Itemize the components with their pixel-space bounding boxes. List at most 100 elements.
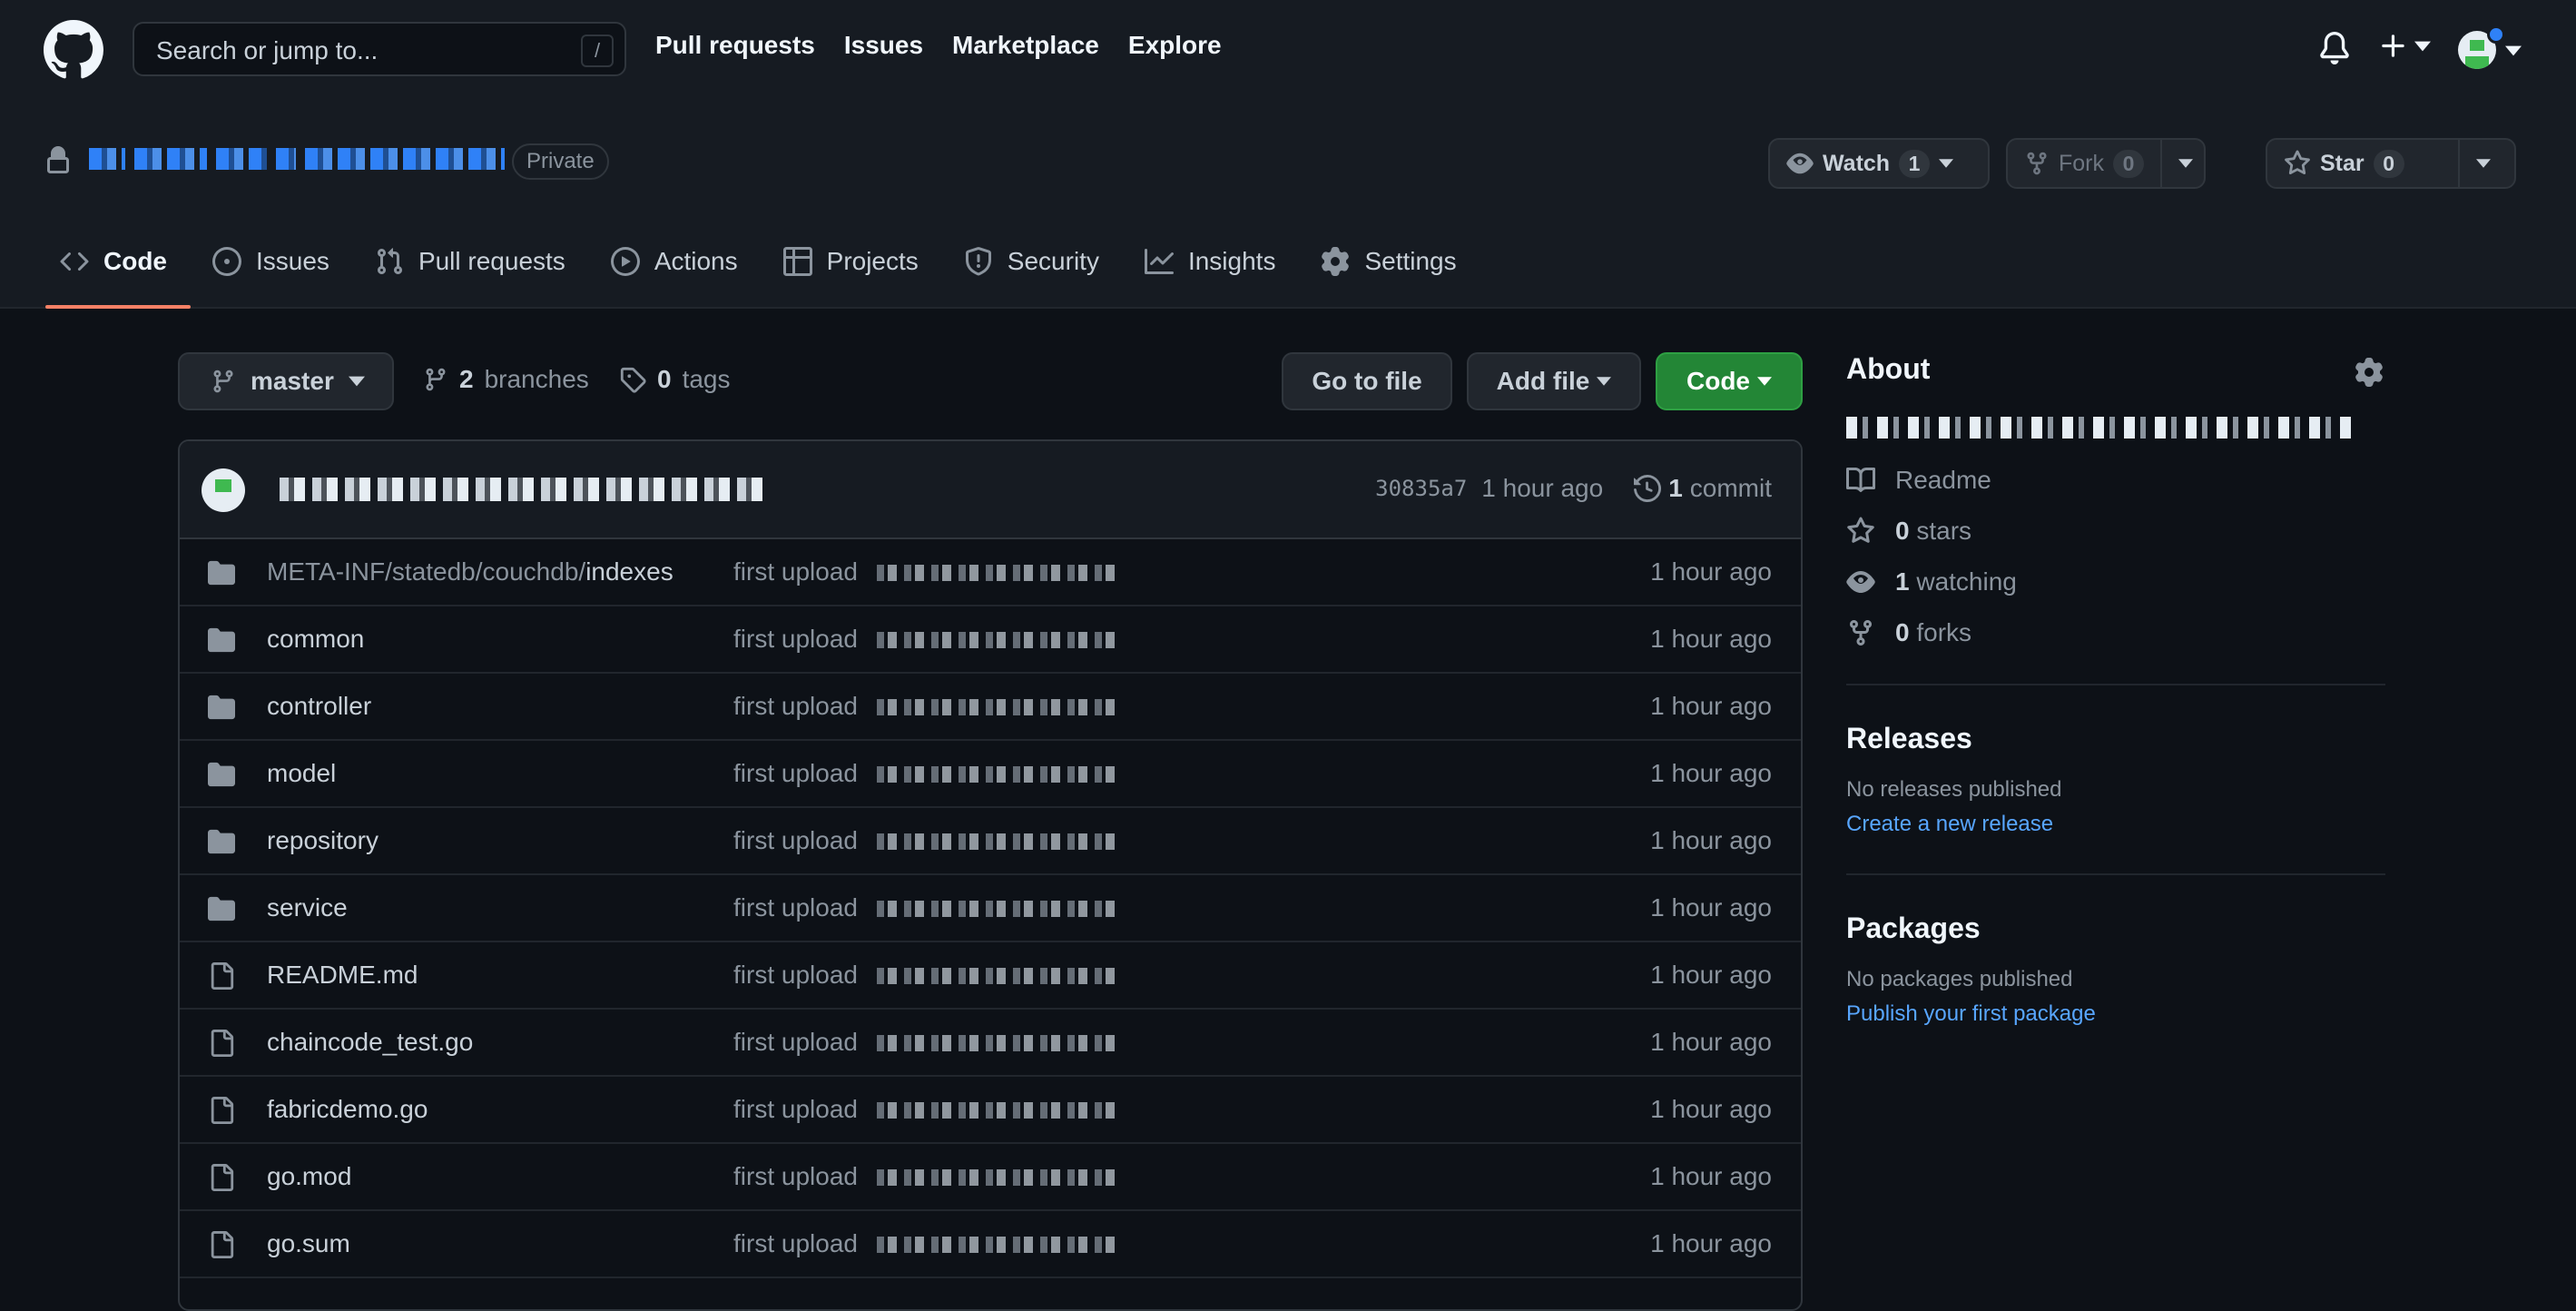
- commit-message-link[interactable]: first upload: [733, 893, 858, 922]
- file-row[interactable]: controller first upload 1 hour ago: [180, 674, 1801, 741]
- file-name-link[interactable]: controller: [267, 692, 371, 721]
- file-row[interactable]: common first upload 1 hour ago: [180, 606, 1801, 674]
- repository-tabs: Code Issues Pull requests Actions Projec…: [45, 247, 1502, 309]
- repository-name-redacted[interactable]: [89, 143, 505, 174]
- file-row[interactable]: META-INF/statedb/couchdb/indexes first up…: [180, 539, 1801, 606]
- commit-count-label: commit: [1689, 474, 1772, 502]
- commit-sha[interactable]: 30835a7: [1375, 476, 1467, 501]
- file-name: go.mod: [267, 1162, 352, 1190]
- star-icon: [1847, 517, 1874, 543]
- file-row[interactable]: README.md first upload 1 hour ago: [180, 942, 1801, 1010]
- watching-link[interactable]: 1 watching: [1846, 567, 2385, 596]
- file-row[interactable]: model first upload 1 hour ago: [180, 741, 1801, 808]
- forks-link[interactable]: 0 forks: [1846, 618, 2385, 647]
- tags-link[interactable]: 0 tags: [619, 365, 731, 394]
- star-icon: [2285, 150, 2310, 175]
- file-row[interactable]: repository first upload 1 hour ago: [180, 808, 1801, 875]
- star-label: Star: [2320, 150, 2365, 176]
- file-name-link[interactable]: repository: [267, 826, 379, 855]
- file-age: 1 hour ago: [1650, 1229, 1772, 1257]
- nav-pull-requests[interactable]: Pull requests: [655, 31, 815, 60]
- tab-code[interactable]: Code: [45, 247, 191, 309]
- tab-settings[interactable]: Settings: [1321, 247, 1480, 309]
- star-count: 0: [2373, 149, 2404, 178]
- file-name-link[interactable]: META-INF/statedb/couchdb/indexes: [267, 557, 673, 586]
- star-menu-toggle[interactable]: [2458, 140, 2507, 187]
- file-name-link[interactable]: go.mod: [267, 1162, 351, 1191]
- file-row[interactable]: service first upload 1 hour ago: [180, 875, 1801, 942]
- commit-author-avatar[interactable]: [202, 468, 245, 512]
- releases-heading[interactable]: Releases: [1846, 722, 2385, 755]
- github-logo-icon[interactable]: [44, 20, 103, 80]
- tab-label: Security: [1007, 247, 1099, 275]
- create-release-link[interactable]: Create a new release: [1846, 812, 2385, 837]
- file-row[interactable]: go.sum first upload 1 hour ago: [180, 1211, 1801, 1278]
- file-row[interactable]: go.mod first upload 1 hour ago: [180, 1144, 1801, 1211]
- create-new-menu[interactable]: [2378, 31, 2431, 62]
- commit-message-link[interactable]: first upload: [733, 557, 858, 586]
- commit-message-link[interactable]: first upload: [733, 1028, 858, 1057]
- commit-message-link[interactable]: first upload: [733, 1095, 858, 1124]
- stars-link[interactable]: 0 stars: [1846, 517, 2385, 546]
- star-button[interactable]: Star 0: [2266, 138, 2516, 189]
- file-row[interactable]: fabricdemo.go first upload 1 hour ago: [180, 1077, 1801, 1144]
- tab-projects[interactable]: Projects: [782, 247, 942, 309]
- commit-message-link[interactable]: first upload: [733, 625, 858, 654]
- tag-icon: [620, 367, 646, 393]
- commit-message-redacted[interactable]: [280, 478, 764, 501]
- pull-request-icon: [377, 248, 402, 275]
- about-description-redacted: [1846, 417, 2355, 439]
- gear-icon[interactable]: [2355, 358, 2384, 387]
- file-name-link[interactable]: chaincode_test.go: [267, 1028, 473, 1057]
- file-name-link[interactable]: service: [267, 893, 348, 922]
- tags-label: tags: [682, 365, 731, 393]
- readme-link[interactable]: Readme: [1846, 466, 2385, 495]
- file-name-link[interactable]: README.md: [267, 961, 418, 990]
- fork-menu-toggle[interactable]: [2160, 140, 2209, 187]
- file-row[interactable]: chaincode_test.go first upload 1 hour ago: [180, 1010, 1801, 1077]
- commit-message-link[interactable]: first upload: [733, 1162, 858, 1191]
- packages-heading[interactable]: Packages: [1846, 912, 2385, 945]
- search-input[interactable]: Search or jump to... /: [133, 22, 626, 76]
- publish-package-link[interactable]: Publish your first package: [1846, 1001, 2385, 1027]
- fork-button[interactable]: Fork 0: [2006, 138, 2206, 189]
- folder-icon: [208, 627, 235, 653]
- file-name-link[interactable]: fabricdemo.go: [267, 1095, 428, 1124]
- file-name-link[interactable]: model: [267, 759, 336, 788]
- tags-count: 0: [657, 365, 672, 393]
- commit-message-redacted: [877, 1237, 1122, 1253]
- nav-explore[interactable]: Explore: [1128, 31, 1222, 60]
- tab-pull-requests[interactable]: Pull requests: [375, 247, 589, 309]
- go-to-file-button[interactable]: Go to file: [1282, 352, 1452, 410]
- add-file-button[interactable]: Add file: [1467, 352, 1641, 410]
- nav-issues[interactable]: Issues: [844, 31, 923, 60]
- commit-message-link[interactable]: first upload: [733, 826, 858, 855]
- file-name: go.sum: [267, 1229, 350, 1257]
- caret-down-icon[interactable]: [2505, 45, 2522, 56]
- watch-button[interactable]: Watch 1: [1768, 138, 1990, 189]
- caret-down-icon: [2476, 159, 2491, 168]
- file-name-link[interactable]: common: [267, 625, 364, 654]
- file-name: README.md: [267, 961, 418, 989]
- go-to-file-label: Go to file: [1312, 367, 1422, 395]
- file-browser: 30835a7 1 hour ago 1 commit META-INF/sta…: [178, 439, 1803, 1311]
- commit-history-link[interactable]: 1 commit: [1634, 474, 1772, 503]
- commit-message-link[interactable]: first upload: [733, 1229, 858, 1258]
- file-name-link[interactable]: go.sum: [267, 1229, 350, 1258]
- tab-security[interactable]: Security: [964, 247, 1123, 309]
- nav-marketplace[interactable]: Marketplace: [952, 31, 1099, 60]
- file-name: fabricdemo.go: [267, 1095, 428, 1123]
- commit-message-link[interactable]: first upload: [733, 759, 858, 788]
- commit-message-link[interactable]: first upload: [733, 961, 858, 990]
- file-name: indexes: [585, 557, 673, 586]
- watch-count: 1: [1899, 149, 1931, 178]
- tab-actions[interactable]: Actions: [610, 247, 762, 309]
- branch-selector[interactable]: master: [178, 352, 394, 410]
- tab-issues[interactable]: Issues: [212, 247, 353, 309]
- tab-insights[interactable]: Insights: [1144, 247, 1300, 309]
- code-button[interactable]: Code: [1656, 352, 1803, 410]
- commit-message-link[interactable]: first upload: [733, 692, 858, 721]
- stars-count: 0: [1895, 517, 1910, 545]
- branches-link[interactable]: 2 branches: [423, 365, 589, 394]
- bell-icon[interactable]: [2318, 31, 2351, 65]
